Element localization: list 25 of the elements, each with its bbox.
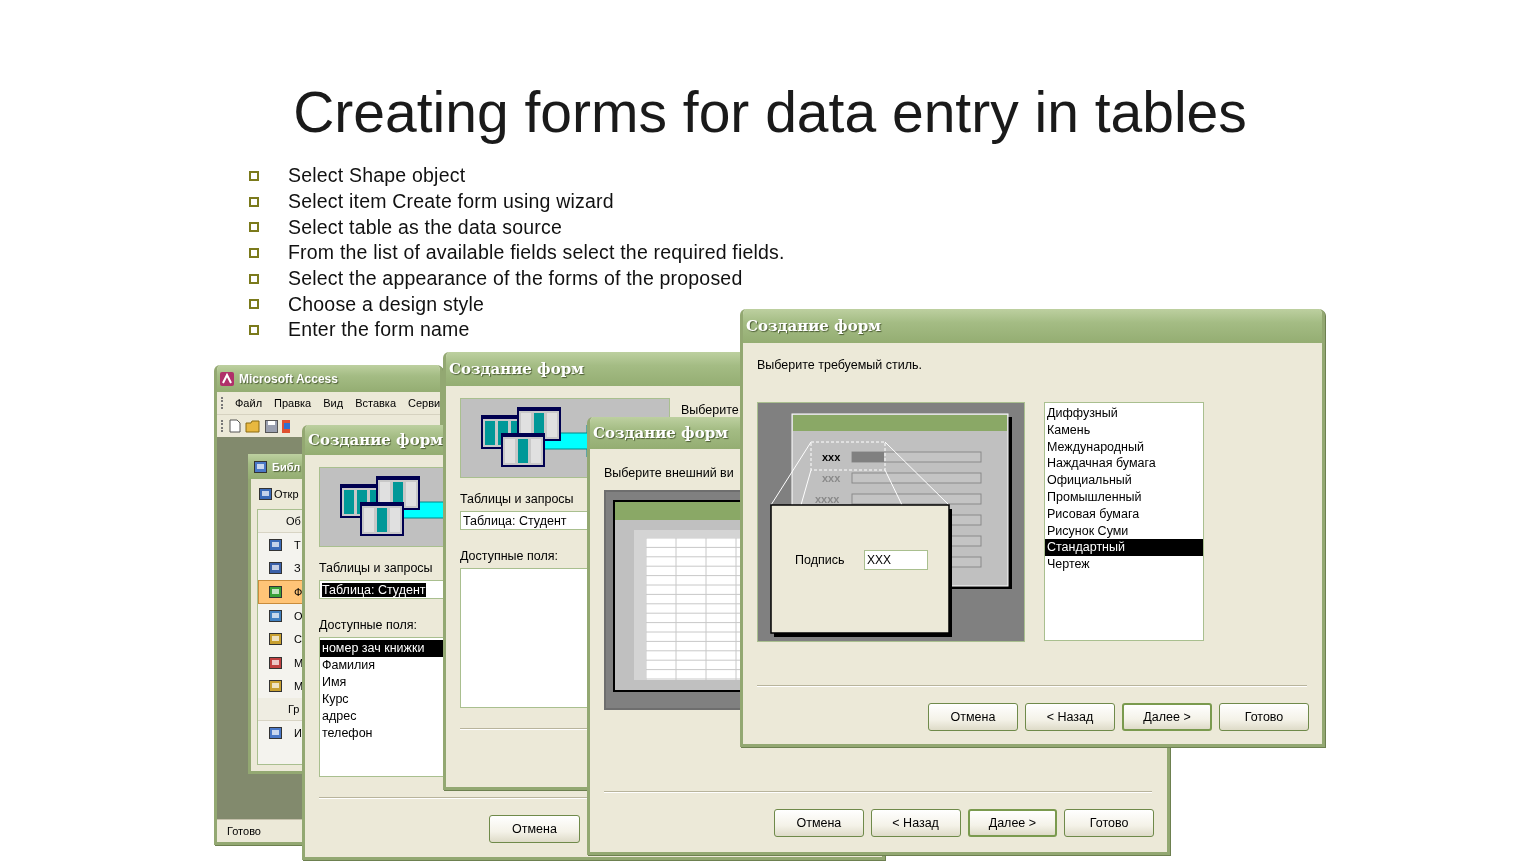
sample-field: XXX — [864, 550, 928, 570]
sample-caption: Подпись — [795, 553, 845, 567]
bullet-text: From the list of available fields select the required fields. — [288, 241, 785, 265]
bullet-text: Enter the form name — [288, 318, 470, 342]
window-title: Создание форм — [449, 360, 585, 378]
sample-label: xxx — [822, 451, 841, 463]
slide-title: Creating forms for data entry in tables — [293, 80, 1247, 144]
prompt-text: Выберите внешний ви — [604, 466, 734, 480]
bullet-text: Select the appearance of the forms of the proposed — [288, 267, 743, 291]
window-title: Создание форм — [308, 431, 444, 449]
bullet-text: Select table as the data source — [288, 215, 562, 239]
prompt-text: Выберите — [681, 403, 739, 417]
fields-label: Доступные поля: — [460, 549, 558, 563]
tables-label: Таблицы и запросы — [319, 561, 433, 575]
bullet-text: Select Shape object — [288, 164, 466, 188]
bullet-text: Choose a design style — [288, 292, 485, 316]
bullet-text: Select item Create form using wizard — [288, 190, 614, 214]
tables-label: Таблицы и запросы — [460, 492, 574, 506]
window-title: Библ — [272, 460, 301, 473]
prompt-text: Выберите требуемый стиль. — [757, 358, 922, 372]
fields-label: Доступные поля: — [319, 618, 417, 632]
window-title: Microsoft Access — [239, 371, 338, 386]
window-title: Создание форм — [593, 424, 729, 442]
window-title: Создание форм — [746, 317, 882, 335]
status-text: Готово — [227, 825, 261, 837]
